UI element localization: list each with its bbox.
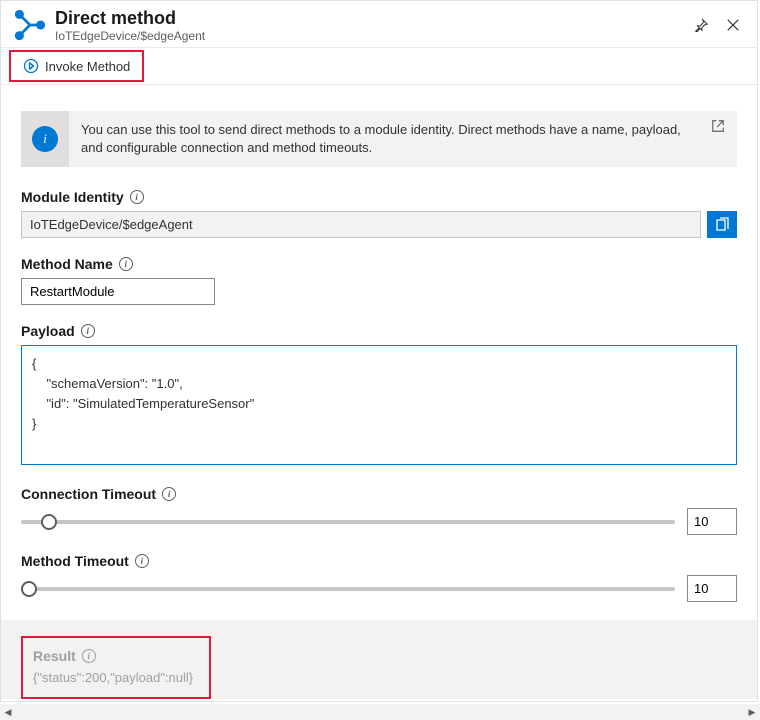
payload-field: Payload i [21,323,737,468]
info-icon: i [32,126,58,152]
header-texts: Direct method IoTEdgeDevice/$edgeAgent [55,7,689,43]
invoke-icon [23,58,39,74]
slider-thumb[interactable] [41,514,57,530]
toolbar: Invoke Method [1,47,757,85]
info-tooltip-icon[interactable]: i [82,649,96,663]
method-timeout-slider[interactable] [21,577,675,601]
method-timeout-value[interactable] [687,575,737,602]
info-text: You can use this tool to send direct met… [69,111,737,167]
connection-timeout-label: Connection Timeout [21,486,156,502]
info-banner: i You can use this tool to send direct m… [21,111,737,167]
connection-timeout-field: Connection Timeout i [21,486,737,535]
scroll-right-icon[interactable]: ▶ [744,704,760,720]
slider-thumb[interactable] [21,581,37,597]
panel-title: Direct method [55,7,689,29]
info-tooltip-icon[interactable]: i [162,487,176,501]
result-value: {"status":200,"payload":null} [33,670,199,685]
method-name-input[interactable] [21,278,215,305]
panel-subtitle: IoTEdgeDevice/$edgeAgent [55,29,689,43]
payload-input[interactable] [21,345,737,465]
external-link-icon[interactable] [711,119,727,135]
scroll-left-icon[interactable]: ◀ [0,704,16,720]
direct-method-panel: Direct method IoTEdgeDevice/$edgeAgent I… [0,0,758,702]
invoke-method-label: Invoke Method [45,59,130,74]
module-identity-field: Module Identity i [21,189,737,238]
payload-label: Payload [21,323,75,339]
content-area: i You can use this tool to send direct m… [1,85,757,699]
module-identity-label: Module Identity [21,189,124,205]
method-name-label: Method Name [21,256,113,272]
method-timeout-label: Method Timeout [21,553,129,569]
info-icon-box: i [21,111,69,167]
result-area: Result i {"status":200,"payload":null} [1,620,757,699]
method-name-field: Method Name i [21,256,737,305]
info-tooltip-icon[interactable]: i [135,554,149,568]
panel-header: Direct method IoTEdgeDevice/$edgeAgent [1,1,757,47]
invoke-method-button[interactable]: Invoke Method [15,54,138,78]
highlight-result: Result i {"status":200,"payload":null} [21,636,211,699]
info-tooltip-icon[interactable]: i [119,257,133,271]
module-identity-input [21,211,701,238]
connection-timeout-value[interactable] [687,508,737,535]
method-timeout-field: Method Timeout i [21,553,737,602]
highlight-invoke: Invoke Method [9,50,144,82]
info-tooltip-icon[interactable]: i [130,190,144,204]
direct-method-icon [13,8,47,42]
close-button[interactable] [721,13,745,37]
pin-button[interactable] [689,13,713,37]
connection-timeout-slider[interactable] [21,510,675,534]
horizontal-scrollbar[interactable]: ◀ ▶ [0,704,760,720]
result-label: Result [33,648,76,664]
info-tooltip-icon[interactable]: i [81,324,95,338]
copy-button[interactable] [707,211,737,238]
